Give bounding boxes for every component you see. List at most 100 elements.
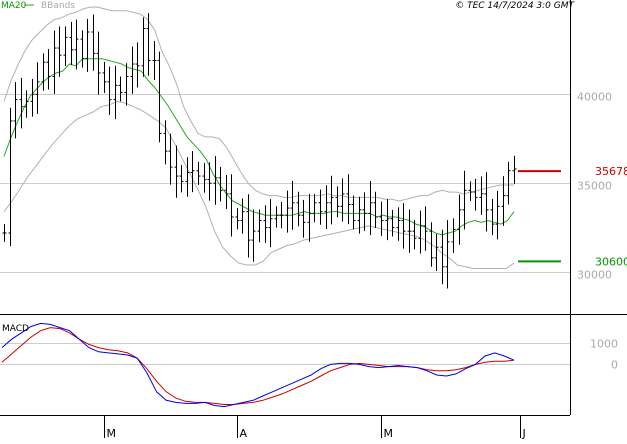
price-bar <box>264 205 268 243</box>
price-bar <box>463 171 467 230</box>
price-bar <box>241 198 245 233</box>
price-bar <box>142 17 146 76</box>
y-tick-label: 1000 <box>590 338 618 351</box>
y-tick-label: 40000 <box>577 91 612 104</box>
price-bar <box>269 199 273 247</box>
price-bar <box>496 191 500 239</box>
price-bar <box>391 210 395 237</box>
price-bar <box>380 202 384 236</box>
price-bar <box>131 47 135 94</box>
price-bar <box>86 19 90 72</box>
price-bar <box>247 194 251 257</box>
bb-lower-line <box>4 101 514 268</box>
legend-bands-label: BBands <box>41 1 75 11</box>
x-tick-labels: MAMJJ <box>105 415 627 440</box>
legend: MA20 BBands <box>1 1 75 11</box>
price-bar <box>53 31 57 94</box>
price-bar <box>419 211 423 254</box>
price-bar <box>480 176 484 214</box>
price-bar <box>430 222 434 266</box>
price-bar <box>81 30 85 67</box>
price-bar <box>347 174 351 224</box>
price-bar <box>20 78 24 129</box>
price-bar <box>397 207 401 240</box>
support-label: 30600 <box>595 255 627 268</box>
price-bar <box>9 108 13 246</box>
legend-ma-label: MA20 <box>1 1 27 11</box>
price-bar <box>64 26 68 66</box>
price-bar <box>275 206 279 227</box>
price-bar <box>175 145 179 197</box>
ma20-line <box>4 59 514 235</box>
price-bar <box>203 163 207 193</box>
y-tick-labels: 30000 35000 40000 1000 0 <box>577 91 618 372</box>
price-bar <box>402 203 406 249</box>
price-bar <box>441 230 445 284</box>
price-bar <box>136 42 140 87</box>
price-bar <box>325 185 329 229</box>
price-bar <box>236 208 240 229</box>
price-bar <box>31 79 35 117</box>
price-bar <box>297 192 301 227</box>
price-bar <box>158 52 162 143</box>
price-bar <box>153 41 157 80</box>
price-bar <box>452 218 456 253</box>
price-bar <box>97 32 101 95</box>
price-bar <box>291 181 295 230</box>
price-bar <box>469 181 473 201</box>
price-bar <box>191 151 195 192</box>
price-bar <box>108 67 112 115</box>
price-bar <box>47 49 51 90</box>
price-bar <box>3 224 7 242</box>
y-tick-label: 35000 <box>577 180 612 193</box>
price-bar <box>308 194 312 242</box>
price-bar <box>313 194 317 222</box>
price-bar <box>485 172 489 231</box>
x-tick-label: M <box>107 427 117 440</box>
price-bar <box>302 200 306 238</box>
price-bars <box>3 13 517 288</box>
y-tick-label: 30000 <box>577 269 612 282</box>
price-bar <box>446 220 450 288</box>
price-bar <box>336 186 340 217</box>
price-bar <box>103 62 107 93</box>
price-bar <box>180 165 184 192</box>
price-bar <box>386 199 390 240</box>
resistance-label: 35678 <box>595 165 627 178</box>
price-bar <box>92 15 96 71</box>
price-bar <box>119 76 123 101</box>
chart-svg: 3567830600 30000350004000010000 MAMJJ MA… <box>0 0 627 440</box>
price-bar <box>75 20 79 70</box>
price-bar <box>458 195 462 245</box>
price-bar <box>252 209 256 261</box>
price-bar <box>114 66 118 119</box>
price-bar <box>186 157 190 196</box>
price-bar <box>280 202 284 228</box>
price-bar <box>435 234 439 271</box>
price-bar <box>363 192 367 230</box>
price-bar <box>341 179 345 222</box>
macd-title: MACD <box>2 324 29 334</box>
price-bar <box>513 156 517 184</box>
price-bar <box>408 209 412 252</box>
y-tick-label: 0 <box>611 359 618 372</box>
stock-chart: 3567830600 30000350004000010000 MAMJJ MA… <box>0 0 627 440</box>
price-bar <box>208 162 212 200</box>
grid-lines <box>0 95 570 365</box>
price-bar <box>197 162 201 185</box>
price-bar <box>58 26 62 77</box>
price-bar <box>491 199 495 235</box>
price-bar <box>352 196 356 230</box>
ma20-line <box>4 59 514 235</box>
price-bar <box>169 134 173 185</box>
price-bar <box>70 22 74 65</box>
x-tick-label: A <box>240 427 248 440</box>
price-bar <box>36 62 40 114</box>
panel-borders <box>0 0 627 416</box>
bb-upper-line <box>4 7 514 201</box>
x-tick-label: J <box>522 427 526 440</box>
x-tick-label: M <box>384 427 394 440</box>
price-bar <box>125 63 129 105</box>
price-bar <box>42 53 46 90</box>
copyright-text: © TEC 14/7/2024 3:0 GMT <box>455 1 575 11</box>
